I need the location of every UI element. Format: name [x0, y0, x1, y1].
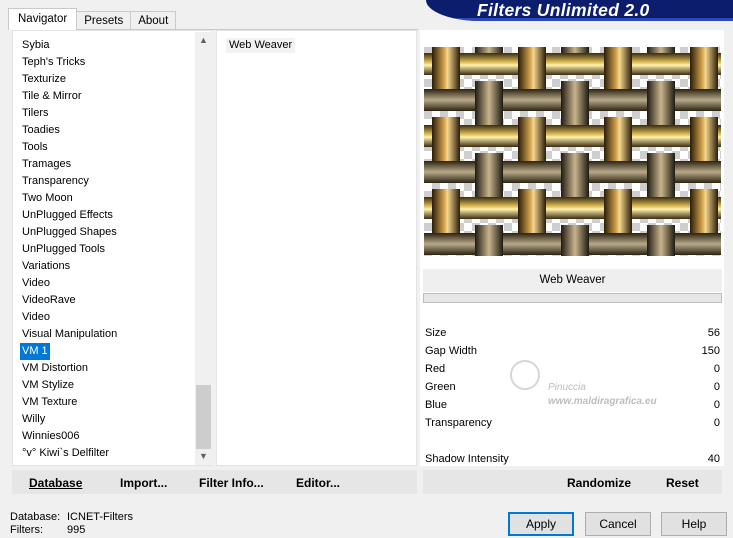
- database-button[interactable]: Database: [29, 470, 82, 494]
- woven-pattern-image: [424, 47, 721, 256]
- category-item[interactable]: °v° Kiwi`s Delfilter: [20, 445, 195, 462]
- param-value: 150: [701, 345, 720, 357]
- progress-bar: [423, 293, 722, 303]
- database-label: Database:: [10, 511, 61, 523]
- category-item[interactable]: Video: [20, 309, 195, 326]
- help-button[interactable]: Help: [661, 512, 727, 536]
- apply-button[interactable]: Apply: [508, 512, 574, 536]
- category-item[interactable]: Tools: [20, 139, 195, 156]
- database-button-label: Database: [29, 476, 83, 490]
- category-scrollbar[interactable]: ▲ ▼: [195, 32, 212, 465]
- param-value: 0: [713, 363, 720, 375]
- filters-count-label: Filters:: [10, 524, 43, 536]
- filter-list-panel[interactable]: Web Weaver: [216, 30, 417, 466]
- param-label: Shadow Intensity: [425, 453, 509, 465]
- category-item[interactable]: UnPlugged Tools: [20, 241, 195, 258]
- param-row[interactable]: Shadow Intensity 40: [425, 450, 720, 468]
- param-row[interactable]: Transparency 0: [425, 414, 720, 432]
- param-value: 40: [707, 453, 720, 465]
- scroll-down-arrow-icon[interactable]: ▼: [195, 448, 212, 465]
- param-label: Transparency: [425, 417, 492, 429]
- filters-count-value: 995: [67, 524, 86, 536]
- app-title: Filters Unlimited 2.0: [477, 0, 650, 20]
- status-info: Database: ICNET-Filters Filters: 995: [10, 511, 133, 537]
- category-item[interactable]: Willy: [20, 411, 195, 428]
- category-item[interactable]: Sybia: [20, 37, 195, 54]
- param-value: 0: [713, 417, 720, 429]
- category-item[interactable]: Winnies006: [20, 428, 195, 445]
- category-item[interactable]: UnPlugged Effects: [20, 207, 195, 224]
- category-item[interactable]: VM Texture: [20, 394, 195, 411]
- param-value: 0: [713, 381, 720, 393]
- param-label: Size: [425, 327, 447, 339]
- tab-presets[interactable]: Presets: [76, 11, 132, 30]
- category-item[interactable]: Tramages: [20, 156, 195, 173]
- category-item[interactable]: Tilers: [20, 105, 195, 122]
- category-list[interactable]: Sybia Teph's Tricks Texturize Tile & Mirror…: [20, 37, 195, 462]
- reset-button[interactable]: Reset: [666, 470, 699, 494]
- param-label: Green: [425, 381, 456, 393]
- watermark-logo-icon: [510, 360, 540, 390]
- category-item[interactable]: VM Stylize: [20, 377, 195, 394]
- category-item[interactable]: Teph's Tricks: [20, 54, 195, 71]
- filter-item-web-weaver[interactable]: Web Weaver: [226, 38, 296, 53]
- param-value: 0: [713, 399, 720, 411]
- param-label: Gap Width: [425, 345, 477, 357]
- category-item[interactable]: Video: [20, 275, 195, 292]
- tab-about[interactable]: About: [130, 11, 177, 30]
- category-item[interactable]: Texturize: [20, 71, 195, 88]
- category-item[interactable]: Two Moon: [20, 190, 195, 207]
- category-item[interactable]: Visual Manipulation: [20, 326, 195, 343]
- randomize-button[interactable]: Randomize: [567, 470, 631, 494]
- scroll-up-arrow-icon[interactable]: ▲: [195, 32, 212, 49]
- watermark: Pinuccia www.maldiragrafica.eu: [510, 355, 680, 410]
- database-value: ICNET-Filters: [67, 511, 133, 523]
- category-item[interactable]: Tile & Mirror: [20, 88, 195, 105]
- category-list-panel[interactable]: Sybia Teph's Tricks Texturize Tile & Mirror…: [12, 30, 212, 466]
- selected-filter-name: Web Weaver: [423, 269, 722, 292]
- editor-button[interactable]: Editor...: [296, 470, 340, 494]
- watermark-name: Pinuccia: [548, 382, 586, 393]
- tab-bar: Navigator Presets About: [8, 8, 177, 30]
- filter-preview-image: [424, 47, 721, 256]
- param-label: Blue: [425, 399, 448, 411]
- filter-info-button[interactable]: Filter Info...: [199, 470, 264, 494]
- category-item[interactable]: VideoRave: [20, 292, 195, 309]
- category-item[interactable]: VM Distortion: [20, 360, 195, 377]
- watermark-url: www.maldiragrafica.eu: [548, 396, 657, 407]
- param-label: Red: [425, 363, 446, 375]
- tab-navigator[interactable]: Navigator: [8, 8, 78, 30]
- category-item[interactable]: VM 1: [20, 343, 50, 360]
- category-item[interactable]: Toadies: [20, 122, 195, 139]
- cancel-button[interactable]: Cancel: [585, 512, 651, 536]
- category-item[interactable]: UnPlugged Shapes: [20, 224, 195, 241]
- import-button[interactable]: Import...: [120, 470, 167, 494]
- param-row[interactable]: Size 56: [425, 324, 720, 342]
- scrollbar-thumb[interactable]: [196, 385, 211, 449]
- param-value: 56: [707, 327, 720, 339]
- category-item[interactable]: Transparency: [20, 173, 195, 190]
- category-item[interactable]: Variations: [20, 258, 195, 275]
